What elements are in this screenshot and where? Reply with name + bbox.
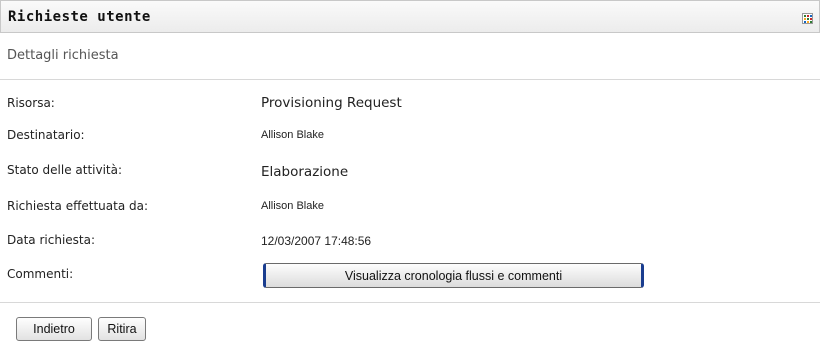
section-subtitle: Dettagli richiesta: [7, 48, 119, 63]
back-button[interactable]: Indietro: [16, 317, 92, 341]
menu-icon-dot: [807, 21, 809, 23]
withdraw-button[interactable]: Ritira: [98, 317, 146, 341]
divider: [0, 302, 820, 303]
comments-label: Commenti:: [7, 267, 74, 281]
recipient-label: Destinatario:: [7, 128, 85, 142]
request-date-value: 12/03/2007 17:48:56: [261, 234, 372, 248]
menu-icon-dot: [804, 18, 806, 20]
status-label: Stato delle attività:: [7, 163, 123, 177]
panel-title: Richieste utente: [8, 9, 151, 25]
user-requests-panel: Richieste utente Dettagli richiesta Riso…: [0, 0, 820, 352]
panel-titlebar: Richieste utente: [0, 0, 820, 33]
menu-icon-dot: [810, 21, 812, 23]
resource-label: Risorsa:: [7, 96, 55, 110]
requested-by-value: Allison Blake: [261, 200, 324, 212]
menu-icon-dot: [810, 18, 812, 20]
menu-icon-dot: [807, 18, 809, 20]
menu-icon-dot: [807, 15, 809, 17]
request-date-label: Data richiesta:: [7, 233, 96, 247]
requested-by-label: Richiesta effettuata da:: [7, 199, 149, 213]
menu-icon-dot: [810, 15, 812, 17]
menu-icon-dot: [804, 15, 806, 17]
portlet-menu-icon[interactable]: [802, 13, 813, 24]
view-history-button[interactable]: Visualizza cronologia flussi e commenti: [263, 263, 644, 288]
menu-icon-dot: [804, 21, 806, 23]
divider: [0, 79, 820, 80]
status-value: Elaborazione: [261, 164, 349, 180]
resource-value: Provisioning Request: [261, 95, 402, 111]
recipient-value: Allison Blake: [261, 129, 324, 141]
